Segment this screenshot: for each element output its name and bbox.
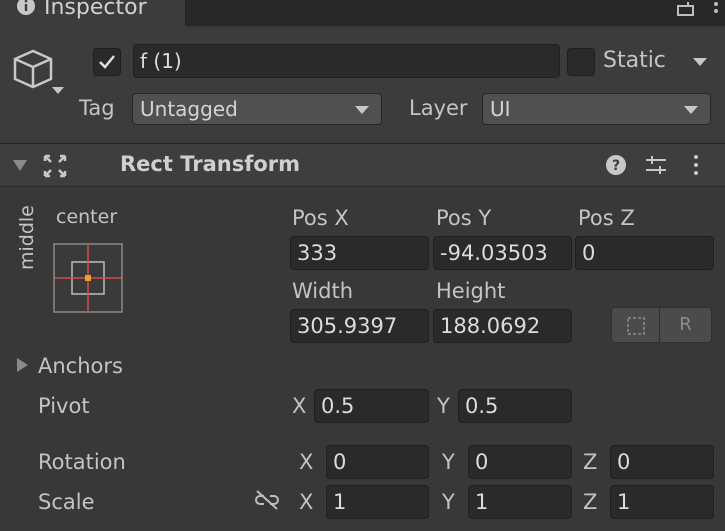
- scale-x-field[interactable]: 1: [326, 485, 429, 519]
- rotation-label: Rotation: [38, 450, 126, 474]
- pos-x-field[interactable]: 333: [290, 236, 429, 270]
- chevron-down-icon: [355, 106, 369, 114]
- tab-inspector[interactable]: Inspector: [0, 0, 186, 26]
- static-checkbox[interactable]: [567, 48, 595, 76]
- tab-title: Inspector: [44, 0, 147, 20]
- rotation-x-label: X: [299, 450, 314, 474]
- pos-z-field[interactable]: 0: [575, 236, 714, 270]
- blueprint-mode-button[interactable]: [611, 307, 660, 343]
- scale-z-field[interactable]: 1: [610, 485, 714, 519]
- rotation-x-field[interactable]: 0: [326, 445, 429, 479]
- tag-label: Tag: [79, 96, 115, 120]
- checkmark-icon: [99, 55, 115, 69]
- info-icon: [17, 0, 35, 15]
- layer-dropdown[interactable]: UI: [482, 93, 711, 125]
- active-checkbox[interactable]: [93, 48, 121, 76]
- lock-icon[interactable]: [677, 0, 695, 16]
- tag-dropdown[interactable]: Untagged: [132, 93, 382, 125]
- scale-y-label: Y: [442, 490, 455, 514]
- chevron-down-icon: [684, 106, 698, 114]
- anchor-preset-button[interactable]: [53, 243, 123, 313]
- tab-menu-icon[interactable]: [712, 0, 720, 18]
- section-title: Rect Transform: [120, 152, 301, 176]
- layer-value: UI: [490, 97, 511, 121]
- tag-value: Untagged: [140, 97, 238, 121]
- pos-x-label: Pos X: [292, 206, 349, 230]
- static-label: Static: [603, 48, 666, 73]
- pos-z-label: Pos Z: [578, 206, 635, 230]
- pivot-x-field[interactable]: 0.5: [314, 389, 429, 423]
- scale-z-label: Z: [583, 490, 598, 514]
- layer-label: Layer: [409, 96, 468, 120]
- height-label: Height: [436, 279, 506, 303]
- sliders-icon[interactable]: [644, 154, 668, 176]
- scale-label: Scale: [38, 490, 95, 514]
- foldout-arrow-icon[interactable]: [12, 158, 28, 172]
- cube-icon[interactable]: [12, 47, 68, 99]
- anchor-horizontal-label: center: [56, 206, 118, 228]
- anchors-label[interactable]: Anchors: [38, 354, 123, 378]
- width-field[interactable]: 305.9397: [290, 309, 429, 343]
- rotation-z-label: Z: [583, 450, 598, 474]
- pos-y-field[interactable]: -94.03503: [433, 236, 572, 270]
- rotation-y-field[interactable]: 0: [468, 445, 572, 479]
- anchor-vertical-label: middle: [16, 205, 38, 270]
- raw-edit-button[interactable]: R: [660, 307, 712, 343]
- pos-y-label: Pos Y: [436, 206, 492, 230]
- foldout-right-icon[interactable]: [15, 357, 29, 373]
- unlink-icon[interactable]: [254, 489, 280, 511]
- pivot-x-label: X: [292, 394, 307, 418]
- width-label: Width: [292, 279, 354, 303]
- scale-x-label: X: [299, 490, 314, 514]
- rect-transform-icon: [43, 154, 67, 178]
- rotation-y-label: Y: [442, 450, 455, 474]
- dashed-rect-icon: [627, 317, 645, 335]
- pivot-y-field[interactable]: 0.5: [458, 389, 572, 423]
- static-dropdown-icon[interactable]: [692, 57, 708, 67]
- scale-y-field[interactable]: 1: [468, 485, 572, 519]
- rotation-z-field[interactable]: 0: [610, 445, 714, 479]
- help-icon[interactable]: ?: [605, 154, 627, 176]
- object-name-field[interactable]: f (1): [133, 44, 560, 78]
- svg-text:?: ?: [612, 158, 620, 174]
- pivot-label: Pivot: [38, 394, 90, 418]
- height-field[interactable]: 188.0692: [433, 309, 572, 343]
- kebab-icon[interactable]: [692, 154, 700, 176]
- pivot-y-label: Y: [437, 394, 450, 418]
